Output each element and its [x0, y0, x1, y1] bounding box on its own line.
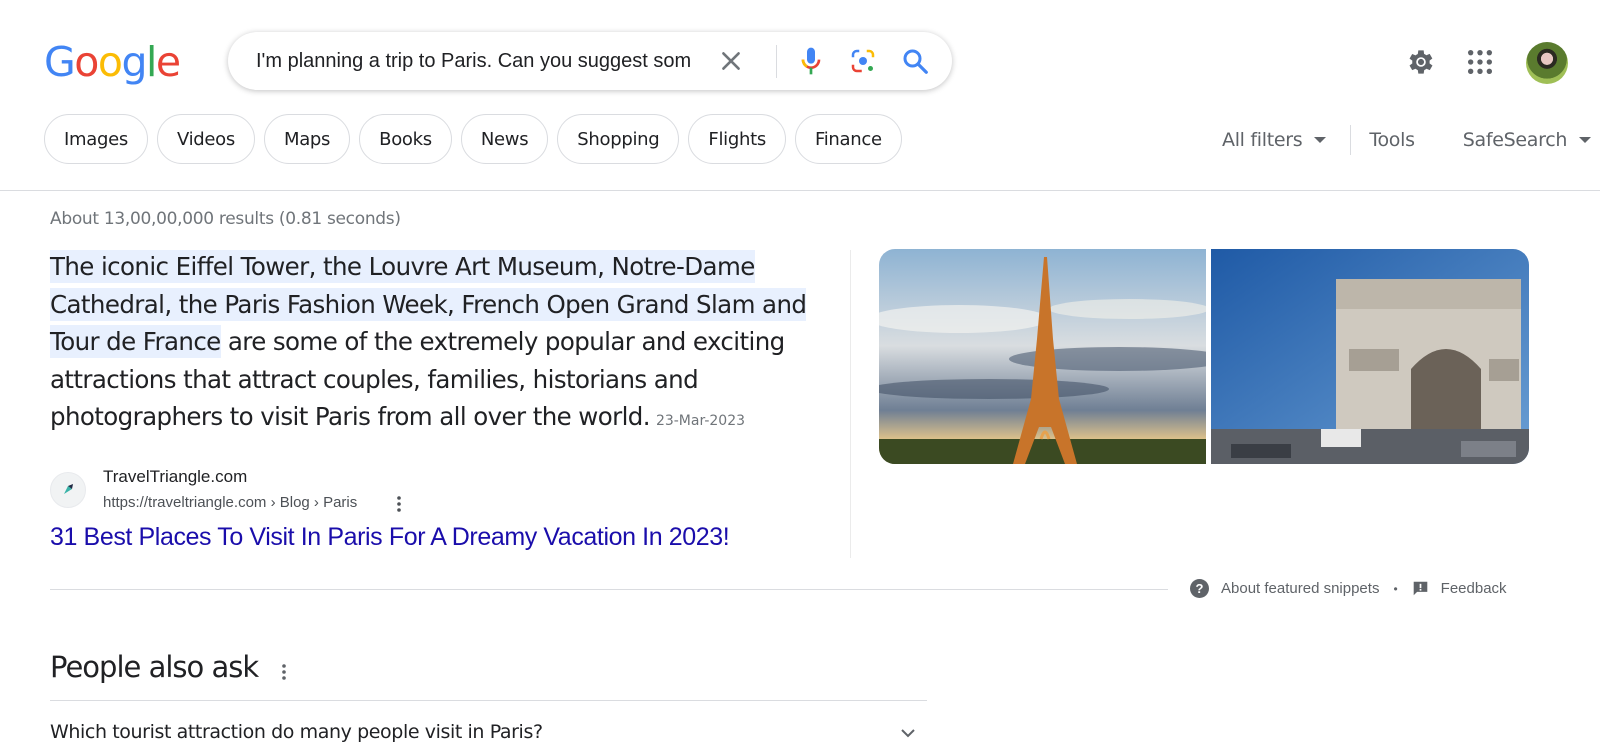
apps-grid-icon[interactable]: [1466, 48, 1494, 76]
logo-letter: G: [44, 38, 76, 86]
featured-snippet-footer: ? About featured snippets • Feedback: [1190, 579, 1507, 598]
about-snippets-label: About featured snippets: [1221, 580, 1380, 597]
site-favicon[interactable]: [50, 472, 86, 508]
search-icon[interactable]: [900, 46, 930, 76]
search-input[interactable]: I'm planning a trip to Paris. Can you su…: [256, 32, 690, 90]
google-lens-icon[interactable]: [848, 46, 878, 76]
google-logo[interactable]: Google: [44, 38, 181, 86]
filter-controls: All filters Tools SafeSearch: [1222, 122, 1592, 158]
result-title-link[interactable]: 31 Best Places To Visit In Paris For A D…: [50, 523, 730, 552]
more-options-icon[interactable]: [393, 494, 405, 514]
paa-question[interactable]: Which tourist attraction do many people …: [50, 721, 543, 743]
header-divider: [0, 190, 1600, 191]
logo-letter: o: [74, 38, 99, 86]
about-snippets-link[interactable]: ? About featured snippets: [1190, 579, 1379, 598]
caret-down-icon: [1314, 137, 1327, 143]
snippet-date: 23-Mar-2023: [655, 413, 746, 429]
logo-letter: l: [146, 38, 157, 86]
close-icon[interactable]: [718, 48, 744, 74]
source-url[interactable]: https://traveltriangle.com › Blog › Pari…: [103, 494, 357, 511]
gear-icon[interactable]: [1405, 46, 1437, 78]
chip-shopping[interactable]: Shopping: [557, 114, 680, 164]
traveltriangle-logo-icon: [64, 484, 73, 494]
chip-finance[interactable]: Finance: [794, 114, 902, 164]
safesearch-button[interactable]: SafeSearch: [1462, 129, 1592, 151]
feedback-icon: [1413, 581, 1427, 596]
filter-chips: Images Videos Maps Books News Shopping F…: [44, 114, 902, 164]
chip-images[interactable]: Images: [44, 114, 148, 164]
featured-snippet-text: The iconic Eiffel Tower, the Louvre Art …: [50, 248, 830, 441]
search-divider: [776, 45, 777, 78]
featured-snippet-divider: [50, 589, 1168, 590]
avatar[interactable]: [1526, 42, 1568, 84]
snippet-vertical-divider: [850, 250, 851, 558]
paa-divider: [50, 700, 927, 701]
safesearch-label: SafeSearch: [1462, 129, 1568, 151]
all-filters-button[interactable]: All filters: [1222, 129, 1327, 151]
caret-down-icon: [1579, 137, 1592, 143]
separator-dot: •: [1393, 581, 1398, 596]
result-stats: About 13,00,00,000 results (0.81 seconds…: [50, 209, 401, 229]
logo-letter: o: [97, 38, 123, 86]
source-site-name[interactable]: TravelTriangle.com: [103, 467, 247, 487]
chip-maps[interactable]: Maps: [263, 114, 351, 164]
help-icon: ?: [1190, 579, 1209, 598]
logo-letter: e: [155, 38, 181, 86]
chevron-down-icon[interactable]: [898, 725, 918, 741]
chip-flights[interactable]: Flights: [688, 114, 786, 164]
chip-news[interactable]: News: [460, 114, 549, 164]
eiffel-tower-image[interactable]: [879, 249, 1206, 464]
chip-videos[interactable]: Videos: [156, 114, 255, 164]
all-filters-label: All filters: [1222, 129, 1303, 151]
feedback-label: Feedback: [1440, 580, 1507, 597]
feedback-link[interactable]: Feedback: [1412, 580, 1507, 597]
microphone-icon[interactable]: [795, 45, 827, 77]
tools-button[interactable]: Tools: [1369, 129, 1415, 151]
people-also-ask-heading: People also ask: [50, 650, 259, 684]
divider: [1350, 125, 1352, 155]
chip-books[interactable]: Books: [359, 114, 452, 164]
arc-de-triomphe-image[interactable]: [1211, 249, 1529, 464]
search-box[interactable]: I'm planning a trip to Paris. Can you su…: [228, 32, 952, 90]
logo-letter: g: [121, 38, 147, 86]
more-options-icon[interactable]: [279, 662, 289, 682]
